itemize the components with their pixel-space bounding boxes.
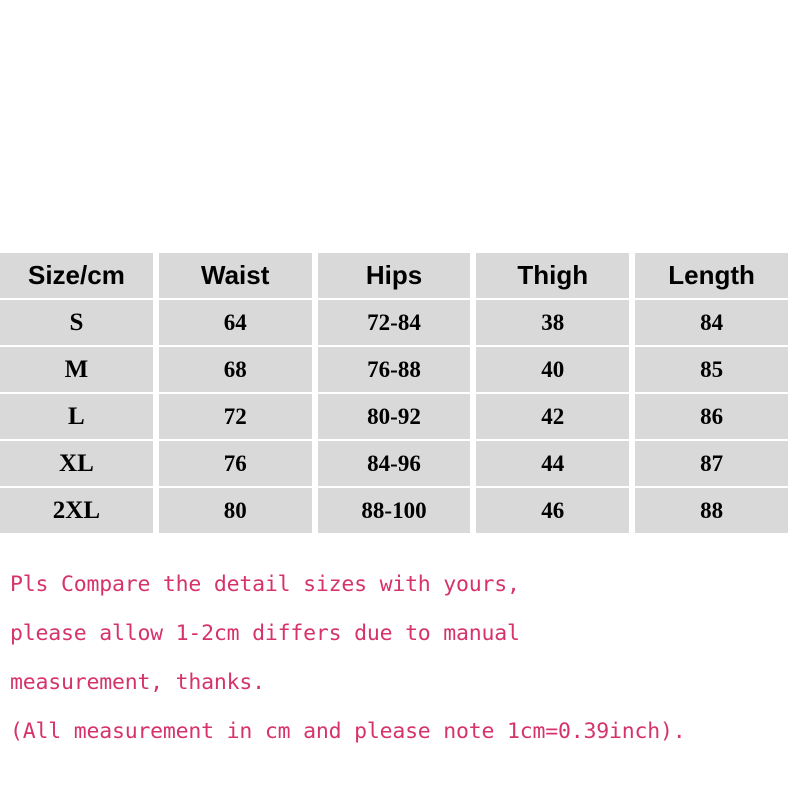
column-header-waist: Waist [158,253,312,298]
note-line-4: (All measurement in cm and please note 1… [10,719,686,744]
table-header: Size/cm Waist Hips Thigh Length [0,253,788,298]
cell-length: 87 [635,441,788,486]
cell-thigh: 38 [476,300,630,345]
column-header-thigh: Thigh [476,253,630,298]
column-header-hips: Hips [317,253,471,298]
cell-hips: 88-100 [317,488,471,533]
cell-hips: 80-92 [317,394,471,439]
column-header-size: Size/cm [0,253,153,298]
table-row: S 64 72-84 38 84 [0,300,788,345]
cell-hips: 84-96 [317,441,471,486]
cell-thigh: 40 [476,347,630,392]
cell-hips: 72-84 [317,300,471,345]
cell-thigh: 44 [476,441,630,486]
cell-waist: 76 [158,441,312,486]
note-line-3: measurement, thanks. [10,670,265,695]
table-row: L 72 80-92 42 86 [0,394,788,439]
cell-size: 2XL [0,488,153,533]
cell-size: M [0,347,153,392]
note-line-2: please allow 1-2cm differs due to manual [10,621,520,646]
cell-thigh: 42 [476,394,630,439]
size-chart-table: Size/cm Waist Hips Thigh Length S 64 72-… [0,251,794,535]
cell-waist: 80 [158,488,312,533]
table-row: 2XL 80 88-100 46 88 [0,488,788,533]
cell-waist: 68 [158,347,312,392]
table-row: XL 76 84-96 44 87 [0,441,788,486]
table-body: S 64 72-84 38 84 M 68 76-88 40 85 L 72 8… [0,300,788,533]
measurement-notes: Pls Compare the detail sizes with yours,… [0,560,800,756]
cell-length: 88 [635,488,788,533]
cell-hips: 76-88 [317,347,471,392]
cell-length: 85 [635,347,788,392]
cell-length: 86 [635,394,788,439]
cell-waist: 72 [158,394,312,439]
header-row: Size/cm Waist Hips Thigh Length [0,253,788,298]
column-header-length: Length [635,253,788,298]
size-chart: Size/cm Waist Hips Thigh Length S 64 72-… [0,253,800,533]
cell-waist: 64 [158,300,312,345]
table-row: M 68 76-88 40 85 [0,347,788,392]
cell-thigh: 46 [476,488,630,533]
note-line-1: Pls Compare the detail sizes with yours, [10,572,520,597]
cell-length: 84 [635,300,788,345]
cell-size: XL [0,441,153,486]
cell-size: L [0,394,153,439]
cell-size: S [0,300,153,345]
